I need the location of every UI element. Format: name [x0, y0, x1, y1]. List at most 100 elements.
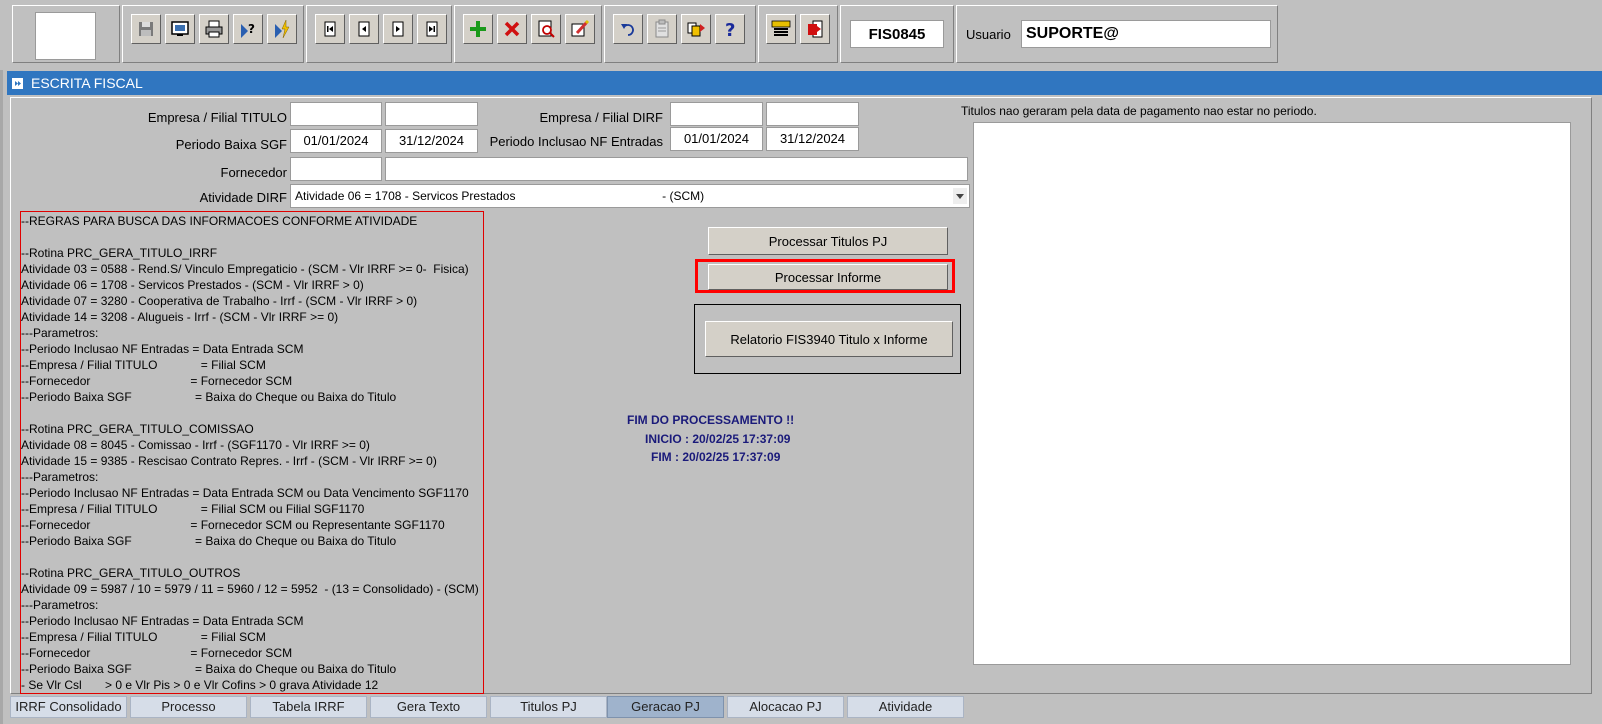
rule-line: --Fornecedor = Fornecedor SCM ou Represe…	[21, 518, 445, 532]
rules-text-box: --REGRAS PARA BUSCA DAS INFORMACOES CONF…	[20, 211, 484, 694]
filial-dirf-field[interactable]	[766, 102, 859, 126]
status-fim-processamento: FIM DO PROCESSAMENTO !!	[627, 413, 795, 427]
save-icon	[139, 22, 153, 36]
rule-line: --Empresa / Filial TITULO = Filial SCM	[21, 358, 266, 372]
last-record-button[interactable]	[417, 14, 447, 44]
periodo-baixa-label: Periodo Baixa SGF	[175, 137, 287, 152]
execute-button[interactable]	[267, 14, 297, 44]
clipboard-button[interactable]	[647, 14, 677, 44]
fornecedor-codigo-field[interactable]	[290, 157, 382, 181]
rule-line: --Rotina PRC_GERA_TITULO_IRRF	[21, 246, 218, 260]
undo-button[interactable]	[613, 14, 643, 44]
rule-line: ---Parametros:	[21, 326, 99, 340]
insert-record-button[interactable]	[463, 14, 493, 44]
periodo-baixa-inicio-field[interactable]: 01/01/2024	[290, 129, 382, 153]
next-record-button[interactable]	[383, 14, 413, 44]
exit-button[interactable]	[800, 14, 830, 44]
edit-record-button[interactable]	[565, 14, 595, 44]
titulos-nao-gerados-label: Titulos nao geraram pela data de pagamen…	[961, 104, 1317, 118]
print-button[interactable]	[199, 14, 229, 44]
save-button[interactable]	[131, 14, 161, 44]
tab-titulos-pj[interactable]: Titulos PJ	[490, 696, 607, 718]
help-icon: ?	[725, 20, 735, 39]
tab-alocacao-pj[interactable]: Alocacao PJ	[727, 696, 844, 718]
logo-placeholder	[35, 12, 96, 60]
toolbar: ? ? FIS0845 Usuario SUPORTE@	[0, 0, 1602, 70]
processar-titulos-pj-button[interactable]: Processar Titulos PJ	[708, 227, 948, 255]
tab-irrf-consolidado[interactable]: IRRF Consolidado	[10, 696, 127, 718]
rule-line: Atividade 06 = 1708 - Servicos Prestados…	[21, 278, 364, 292]
search-record-button[interactable]	[531, 14, 561, 44]
rule-line: --Periodo Baixa SGF = Baixa do Cheque ou…	[21, 662, 397, 676]
rule-line: Atividade 08 = 8045 - Comissao - Irrf - …	[21, 438, 370, 452]
search-record-icon	[538, 20, 555, 38]
rule-line: ---Parametros:	[21, 470, 99, 484]
tab-processo[interactable]: Processo	[130, 696, 247, 718]
delete-record-icon	[504, 21, 520, 37]
rule-line: --Fornecedor = Fornecedor SCM	[21, 646, 293, 660]
periodo-inclusao-fim-field[interactable]: 31/12/2024	[766, 127, 859, 151]
relatorio-fis3940-button[interactable]: Relatorio FIS3940 Titulo x Informe	[705, 321, 953, 357]
undo-icon	[621, 24, 634, 36]
duplicate-icon	[687, 22, 705, 37]
empresa-dirf-label: Empresa / Filial DIRF	[539, 110, 663, 125]
query-button[interactable]: ?	[233, 14, 263, 44]
last-record-icon	[426, 21, 438, 37]
usuario-label: Usuario	[966, 27, 1011, 42]
rule-line: Atividade 07 = 3280 - Cooperativa de Tra…	[21, 294, 418, 308]
previous-record-button[interactable]	[349, 14, 379, 44]
periodo-baixa-fim-field[interactable]: 31/12/2024	[385, 129, 478, 153]
filial-titulo-field[interactable]	[385, 102, 478, 126]
rule-line: --Periodo Inclusao NF Entradas = Data En…	[21, 486, 469, 500]
menu-icon	[771, 20, 791, 36]
titulos-nao-gerados-list[interactable]	[973, 122, 1571, 665]
empresa-dirf-field[interactable]	[670, 102, 763, 126]
status-inicio: INICIO : 20/02/25 17:37:09	[645, 432, 791, 446]
atividade-dirf-select[interactable]: Atividade 06 = 1708 - Servicos Prestados…	[290, 184, 970, 208]
screen-button[interactable]	[165, 14, 195, 44]
atividade-dirf-value: Atividade 06 = 1708 - Servicos Prestados…	[295, 189, 705, 203]
exit-icon	[808, 20, 823, 38]
tab-atividade[interactable]: Atividade	[847, 696, 964, 718]
rule-line: --Periodo Baixa SGF = Baixa do Cheque ou…	[21, 534, 397, 548]
delete-record-button[interactable]	[497, 14, 527, 44]
rule-line: --Rotina PRC_GERA_TITULO_OUTROS	[21, 566, 241, 580]
rule-line: ---Parametros:	[21, 598, 99, 612]
clipboard-icon	[655, 19, 669, 38]
tab-tabela-irrf[interactable]: Tabela IRRF	[250, 696, 367, 718]
empresa-titulo-field[interactable]	[290, 102, 382, 126]
rule-line: --Empresa / Filial TITULO = Filial SCM o…	[21, 502, 365, 516]
svg-text:?: ?	[248, 22, 255, 36]
duplicate-button[interactable]	[681, 14, 711, 44]
fornecedor-label: Fornecedor	[220, 165, 287, 180]
rule-line: --REGRAS PARA BUSCA DAS INFORMACOES CONF…	[21, 214, 418, 228]
chevron-down-icon[interactable]	[953, 188, 967, 204]
tab-geracao-pj[interactable]: Geracao PJ	[607, 696, 724, 718]
rule-line: - Se Vlr Csl > 0 e Vlr Pis > 0 e Vlr Cof…	[21, 678, 379, 692]
screen-icon	[171, 21, 189, 36]
tab-gera-texto[interactable]: Gera Texto	[370, 696, 487, 718]
rule-line: Atividade 09 = 5987 / 10 = 5979 / 11 = 5…	[21, 582, 479, 596]
rule-line: Atividade 15 = 9385 - Rescisao Contrato …	[21, 454, 437, 468]
print-icon	[205, 20, 223, 38]
svg-text:?: ?	[725, 20, 735, 39]
usuario-field[interactable]: SUPORTE@	[1021, 20, 1271, 48]
rule-line: Atividade 14 = 3208 - Alugueis - Irrf - …	[21, 310, 339, 324]
help-button[interactable]: ?	[715, 14, 745, 44]
window-menu-icon[interactable]	[12, 78, 23, 89]
periodo-inclusao-inicio-field[interactable]: 01/01/2024	[670, 127, 763, 151]
status-fim: FIM : 20/02/25 17:37:09	[651, 450, 781, 464]
window-left-edge	[0, 0, 3, 724]
fornecedor-nome-field[interactable]	[385, 157, 968, 181]
rule-line: Atividade 03 = 0588 - Rend.S/ Vinculo Em…	[21, 262, 469, 276]
processar-informe-button[interactable]: Processar Informe	[708, 264, 948, 290]
first-record-button[interactable]	[315, 14, 345, 44]
window-title: ESCRITA FISCAL	[31, 75, 143, 91]
periodo-inclusao-label: Periodo Inclusao NF Entradas	[489, 134, 663, 149]
next-record-icon	[392, 21, 404, 37]
rule-line: --Periodo Inclusao NF Entradas = Data En…	[21, 342, 304, 356]
menu-button[interactable]	[766, 14, 796, 44]
atividade-dirf-label: Atividade DIRF	[199, 190, 287, 205]
execute-icon	[275, 19, 290, 39]
previous-record-icon	[358, 21, 370, 37]
